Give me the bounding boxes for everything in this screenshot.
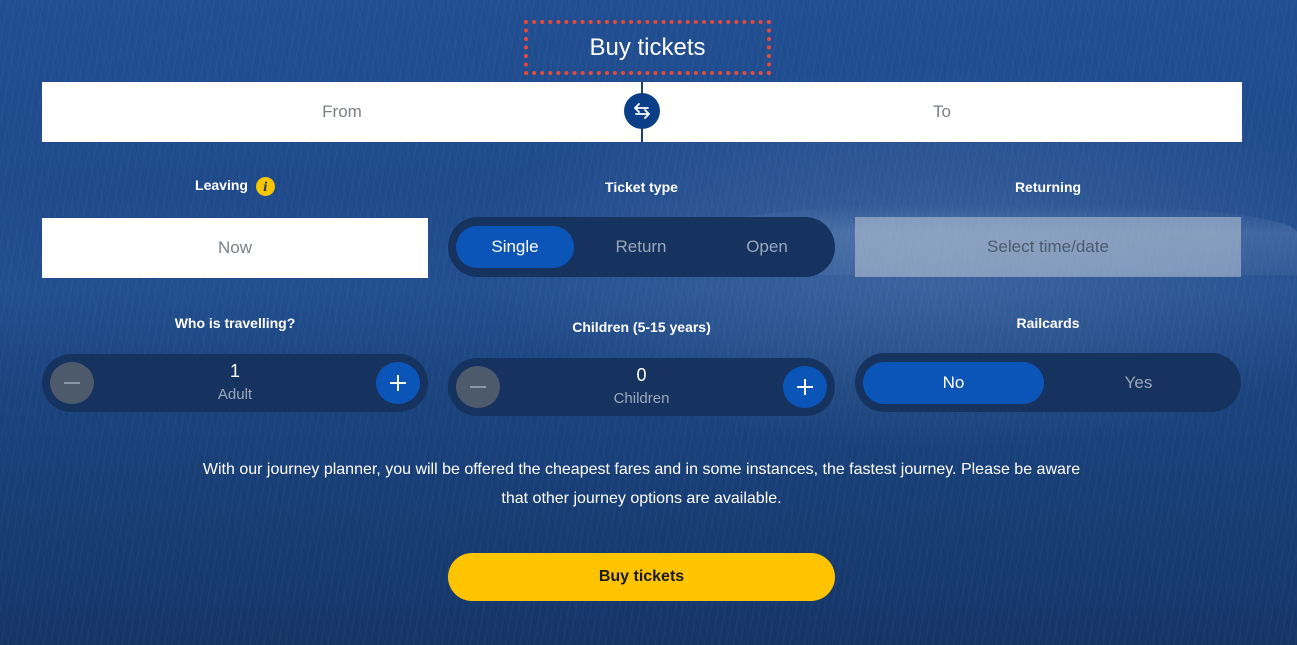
swap-arrows-icon xyxy=(634,103,650,119)
railcards-toggle: No Yes xyxy=(855,353,1241,412)
adult-unit: Adult xyxy=(217,386,253,403)
children-count: 0 xyxy=(636,365,647,385)
plus-icon xyxy=(797,379,813,395)
children-stepper: 0 Children xyxy=(448,358,835,416)
ticket-type-open[interactable]: Open xyxy=(708,226,826,268)
returning-field[interactable]: Select time/date xyxy=(855,217,1241,277)
travellers-label: Who is travelling? xyxy=(174,315,296,331)
railcards-no[interactable]: No xyxy=(863,361,1044,404)
returning-label: Returning xyxy=(1014,179,1082,195)
from-field[interactable]: From xyxy=(42,82,642,142)
railcards-yes[interactable]: Yes xyxy=(1044,362,1233,404)
swap-button[interactable] xyxy=(624,93,660,129)
ticket-type-label: Ticket type xyxy=(605,179,678,195)
ticket-type-return[interactable]: Return xyxy=(574,226,708,268)
leaving-label: Leaving xyxy=(195,177,248,194)
ticket-type-single[interactable]: Single xyxy=(456,226,574,268)
leaving-field[interactable]: Now xyxy=(42,218,428,278)
page-title: Buy tickets xyxy=(524,20,771,75)
to-field[interactable]: To xyxy=(642,82,1242,142)
buy-tickets-button[interactable]: Buy tickets xyxy=(448,553,835,601)
info-icon[interactable]: i xyxy=(255,177,275,196)
children-label: Children (5-15 years) xyxy=(572,319,711,335)
children-unit: Children xyxy=(613,390,670,407)
railcards-label: Railcards xyxy=(1016,315,1080,331)
adult-increment-button[interactable] xyxy=(376,362,420,404)
leaving-label-row: Leaving i xyxy=(42,177,428,196)
plus-icon xyxy=(390,375,406,391)
journey-notice: With our journey planner, you will be of… xyxy=(202,461,1081,507)
ticket-type-toggle: Single Return Open xyxy=(448,217,835,277)
adult-count: 1 xyxy=(229,361,240,381)
children-increment-button[interactable] xyxy=(783,366,827,408)
adult-stepper: 1 Adult xyxy=(42,354,428,412)
